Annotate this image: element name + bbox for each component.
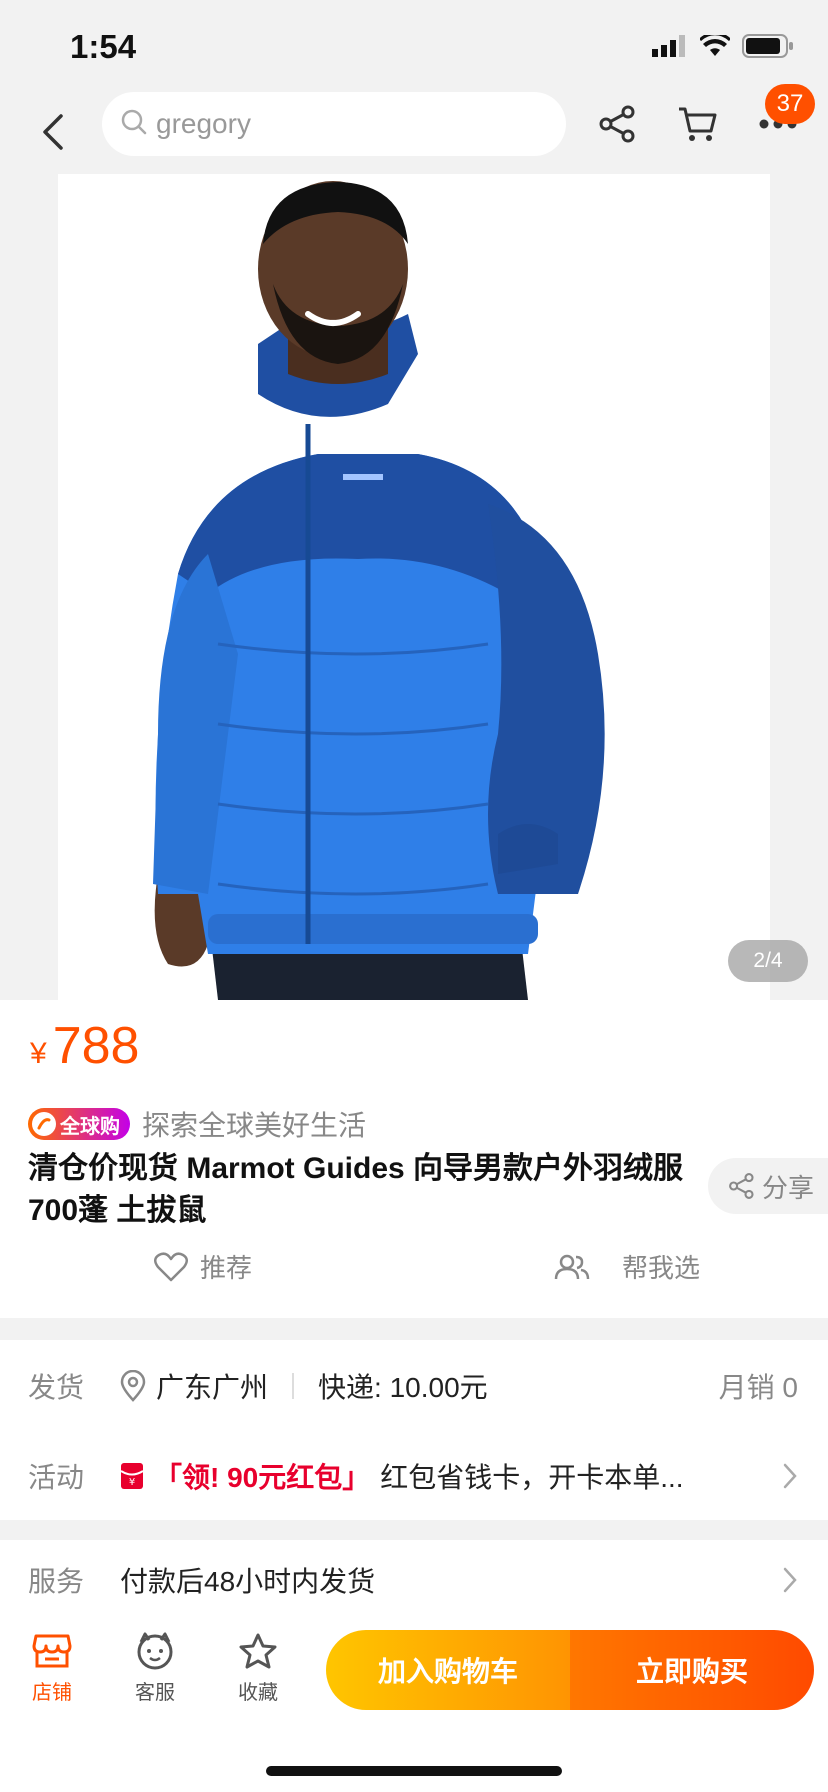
cart-count-badge: 37 [765, 84, 815, 124]
price-currency: ¥ [30, 1037, 47, 1070]
shop-button[interactable]: 店铺 [12, 1632, 92, 1705]
chevron-right-icon [783, 1567, 797, 1593]
status-time: 1:54 [70, 28, 137, 65]
people-icon [554, 1254, 590, 1279]
chevron-left-icon [43, 114, 63, 150]
shipping-express: 快递: 10.00元 [318, 1372, 488, 1403]
product-image [58, 174, 770, 1000]
customer-service-icon [137, 1632, 173, 1670]
global-buy-slogan: 探索全球美好生活 [142, 1110, 367, 1141]
share-icon [599, 105, 635, 143]
status-bar: 1:54 [0, 0, 828, 90]
promotion-highlight: 「领! 90元红包」 [154, 1462, 371, 1493]
share-icon [729, 1173, 754, 1199]
service-content: 付款后48小时内发货 [120, 1560, 375, 1600]
promotion-row[interactable]: 活动 ¥ 「领! 90元红包」 红包省钱卡，开卡本单... [0, 1436, 828, 1516]
battery-icon [742, 34, 794, 63]
location-pin-icon [120, 1370, 146, 1402]
service-row[interactable]: 服务 付款后48小时内发货 [0, 1540, 828, 1620]
global-buy-logo-icon [32, 1112, 56, 1136]
share-pill-label: 分享 [762, 1172, 815, 1203]
global-buy-row: 全球购 探索全球美好生活 [28, 1104, 366, 1144]
favorite-button[interactable]: 收藏 [218, 1632, 298, 1705]
buy-now-button[interactable]: 立即购买 [570, 1630, 814, 1710]
shopping-cart-icon [679, 107, 717, 141]
shop-icon [32, 1634, 72, 1668]
promotion-content: ¥ 「领! 90元红包」 红包省钱卡，开卡本单... [120, 1456, 684, 1496]
shipping-label: 发货 [28, 1372, 85, 1403]
favorite-label: 收藏 [238, 1682, 278, 1704]
shop-label: 店铺 [32, 1682, 72, 1704]
product-info-card: ¥ 788 全球购 探索全球美好生活 清仓价现货 Marmot Guides 向… [0, 1000, 828, 1318]
customer-service-label: 客服 [135, 1682, 175, 1704]
star-icon [239, 1633, 277, 1669]
customer-service-button[interactable]: 客服 [115, 1632, 195, 1705]
svg-text:¥: ¥ [129, 1477, 135, 1488]
red-packet-icon: ¥ [120, 1463, 144, 1489]
product-title: 清仓价现货 Marmot Guides 向导男款户外羽绒服 700蓬 土拔鼠 [28, 1152, 684, 1227]
recommend-label: 推荐 [200, 1253, 253, 1283]
action-row: 推荐 帮我选 [0, 1248, 828, 1302]
recommend-button[interactable]: 推荐 [154, 1248, 252, 1285]
help-choose-label: 帮我选 [622, 1253, 701, 1283]
shipping-location: 广东广州 [156, 1372, 269, 1403]
cart-button[interactable] [670, 96, 726, 152]
global-buy-badge-label: 全球购 [60, 1115, 120, 1138]
wifi-icon [698, 32, 732, 62]
chevron-right-icon [783, 1463, 797, 1489]
gallery-page-indicator: 2/4 [728, 940, 808, 982]
home-indicator [266, 1766, 562, 1776]
share-button[interactable] [590, 96, 646, 152]
price-value: 788 [52, 1017, 140, 1075]
search-query: gregory [156, 108, 251, 139]
promotion-text: 红包省钱卡，开卡本单... [380, 1462, 684, 1493]
back-button[interactable] [28, 104, 78, 160]
monthly-sales: 月销 0 [718, 1372, 798, 1403]
service-card: 服务 付款后48小时内发货 [0, 1540, 828, 1630]
cellular-signal-icon [652, 35, 688, 62]
search-input[interactable]: gregory [102, 92, 566, 156]
heart-icon [154, 1251, 188, 1281]
shipping-content: 广东广州 快递: 10.00元 [120, 1366, 488, 1406]
shipping-promo-card: 发货 广东广州 快递: 10.00元 月销 0 活动 ¥ 「领! 90元红包」 … [0, 1340, 828, 1520]
promotion-label: 活动 [28, 1462, 85, 1493]
nav-bar: gregory [0, 90, 828, 174]
add-to-cart-button[interactable]: 加入购物车 [326, 1630, 570, 1710]
price: ¥ 788 [30, 1016, 139, 1076]
shipping-row[interactable]: 发货 广东广州 快递: 10.00元 月销 0 [0, 1346, 828, 1426]
search-icon [120, 108, 148, 141]
service-text: 付款后48小时内发货 [120, 1566, 376, 1597]
product-gallery[interactable] [0, 174, 828, 1000]
global-buy-badge: 全球购 [28, 1108, 130, 1140]
share-pill-button[interactable]: 分享 [708, 1158, 828, 1214]
help-choose-button[interactable]: 帮我选 [554, 1248, 700, 1285]
service-label: 服务 [28, 1566, 85, 1597]
divider [292, 1373, 295, 1399]
status-icons [652, 32, 794, 63]
